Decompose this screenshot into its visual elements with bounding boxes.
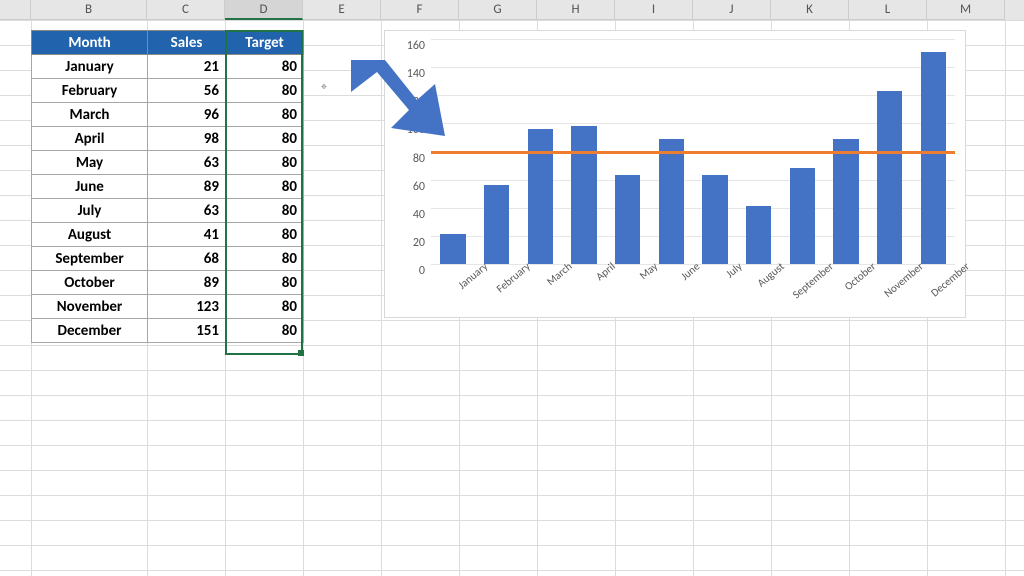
cell-sales[interactable]: 63 <box>148 151 226 175</box>
y-tick-label: 40 <box>385 208 425 222</box>
column-header-f[interactable]: F <box>381 0 459 20</box>
spreadsheet-grid[interactable]: BCDEFGHIJKLM MonthSalesTargetJanuary2180… <box>0 0 1024 576</box>
cell-sales[interactable]: 151 <box>148 319 226 343</box>
chart-bar[interactable] <box>659 139 684 264</box>
cell-target[interactable]: 80 <box>226 247 304 271</box>
x-tick-label: February <box>494 260 533 296</box>
cell-target[interactable]: 80 <box>226 271 304 295</box>
cell-month[interactable]: January <box>32 55 148 79</box>
table-row[interactable]: August4180 <box>32 223 304 247</box>
table-header-sales[interactable]: Sales <box>148 31 226 55</box>
table-row[interactable]: November12380 <box>32 295 304 319</box>
chart-bar[interactable] <box>921 52 946 264</box>
column-header-i[interactable]: I <box>615 0 693 20</box>
table-row[interactable]: March9680 <box>32 103 304 127</box>
cell-sales[interactable]: 96 <box>148 103 226 127</box>
column-header-m[interactable]: M <box>927 0 1005 20</box>
cell-month[interactable]: April <box>32 127 148 151</box>
chart-plot-area[interactable]: 020406080100120140160 JanuaryFebruaryMar… <box>431 39 955 264</box>
cell-target[interactable]: 80 <box>226 55 304 79</box>
chart-bar[interactable] <box>790 168 815 264</box>
cell-target[interactable]: 80 <box>226 151 304 175</box>
y-tick-label: 80 <box>385 152 425 166</box>
table-row[interactable]: January2180 <box>32 55 304 79</box>
x-tick-label: November <box>881 260 925 300</box>
cell-target[interactable]: 80 <box>226 175 304 199</box>
table-row[interactable]: May6380 <box>32 151 304 175</box>
cell-month[interactable]: November <box>32 295 148 319</box>
x-tick-label: December <box>928 260 972 300</box>
chart-target-line[interactable] <box>431 151 955 154</box>
data-table[interactable]: MonthSalesTargetJanuary2180February5680M… <box>31 30 304 343</box>
table-row[interactable]: February5680 <box>32 79 304 103</box>
x-tick-label: September <box>790 260 836 302</box>
cell-target[interactable]: 80 <box>226 319 304 343</box>
cell-target[interactable]: 80 <box>226 223 304 247</box>
cell-month[interactable]: October <box>32 271 148 295</box>
y-tick-label: 120 <box>385 95 425 109</box>
chart[interactable]: 0 20 40 60 80 100 120 140 160 JanuaryFebruaryMar… <box>384 30 966 318</box>
table-row[interactable]: December15180 <box>32 319 304 343</box>
y-tick-label: 160 <box>385 39 425 53</box>
cell-sales[interactable]: 63 <box>148 199 226 223</box>
cell-sales[interactable]: 89 <box>148 175 226 199</box>
cell-month[interactable]: December <box>32 319 148 343</box>
cell-month[interactable]: August <box>32 223 148 247</box>
x-tick-label: March <box>545 260 575 288</box>
cell-sales[interactable]: 123 <box>148 295 226 319</box>
table-header-target[interactable]: Target <box>226 31 304 55</box>
chart-bar[interactable] <box>833 139 858 264</box>
cell-month[interactable]: March <box>32 103 148 127</box>
table-row[interactable]: July6380 <box>32 199 304 223</box>
x-tick-label: October <box>842 260 878 293</box>
cell-target[interactable]: 80 <box>226 295 304 319</box>
cell-month[interactable]: July <box>32 199 148 223</box>
chart-bar[interactable] <box>746 206 771 264</box>
cell-sales[interactable]: 56 <box>148 79 226 103</box>
cell-target[interactable]: 80 <box>226 103 304 127</box>
column-header-j[interactable]: J <box>693 0 771 20</box>
y-tick-label: 100 <box>385 123 425 137</box>
chart-bar[interactable] <box>702 175 727 264</box>
cell-sales[interactable]: 89 <box>148 271 226 295</box>
table-row[interactable]: April9880 <box>32 127 304 151</box>
y-tick-label: 20 <box>385 236 425 250</box>
chart-bar[interactable] <box>877 91 902 264</box>
column-header-k[interactable]: K <box>771 0 849 20</box>
column-header-b[interactable]: B <box>31 0 147 20</box>
column-header-c[interactable]: C <box>147 0 225 20</box>
column-header-h[interactable]: H <box>537 0 615 20</box>
cell-month[interactable]: September <box>32 247 148 271</box>
column-header-l[interactable]: L <box>849 0 927 20</box>
cell-target[interactable]: 80 <box>226 79 304 103</box>
y-tick-label: 140 <box>385 67 425 81</box>
y-tick-label: 60 <box>385 180 425 194</box>
chart-bar[interactable] <box>615 175 640 264</box>
chart-bar[interactable] <box>571 126 596 264</box>
cell-sales[interactable]: 98 <box>148 127 226 151</box>
column-header-d[interactable]: D <box>225 0 303 20</box>
cell-sales[interactable]: 41 <box>148 223 226 247</box>
cell-target[interactable]: 80 <box>226 127 304 151</box>
chart-bar[interactable] <box>528 129 553 264</box>
cell-sales[interactable]: 68 <box>148 247 226 271</box>
table-row[interactable]: June8980 <box>32 175 304 199</box>
table-row[interactable]: September6880 <box>32 247 304 271</box>
chart-bar[interactable] <box>484 185 509 264</box>
cell-target[interactable]: 80 <box>226 199 304 223</box>
cells-area[interactable]: MonthSalesTargetJanuary2180February5680M… <box>0 20 1024 576</box>
cell-sales[interactable]: 21 <box>148 55 226 79</box>
table-row[interactable]: October8980 <box>32 271 304 295</box>
column-header-g[interactable]: G <box>459 0 537 20</box>
cell-month[interactable]: June <box>32 175 148 199</box>
column-header-e[interactable]: E <box>303 0 381 20</box>
cell-month[interactable]: February <box>32 79 148 103</box>
y-tick-label: 0 <box>385 264 425 278</box>
chart-y-axis: 020406080100120140160 <box>385 39 431 264</box>
table-header-month[interactable]: Month <box>32 31 148 55</box>
cell-month[interactable]: May <box>32 151 148 175</box>
chart-x-axis: JanuaryFebruaryMarchAprilMayJuneJulyAugu… <box>431 259 955 272</box>
column-headers[interactable]: BCDEFGHIJKLM <box>0 0 1024 20</box>
